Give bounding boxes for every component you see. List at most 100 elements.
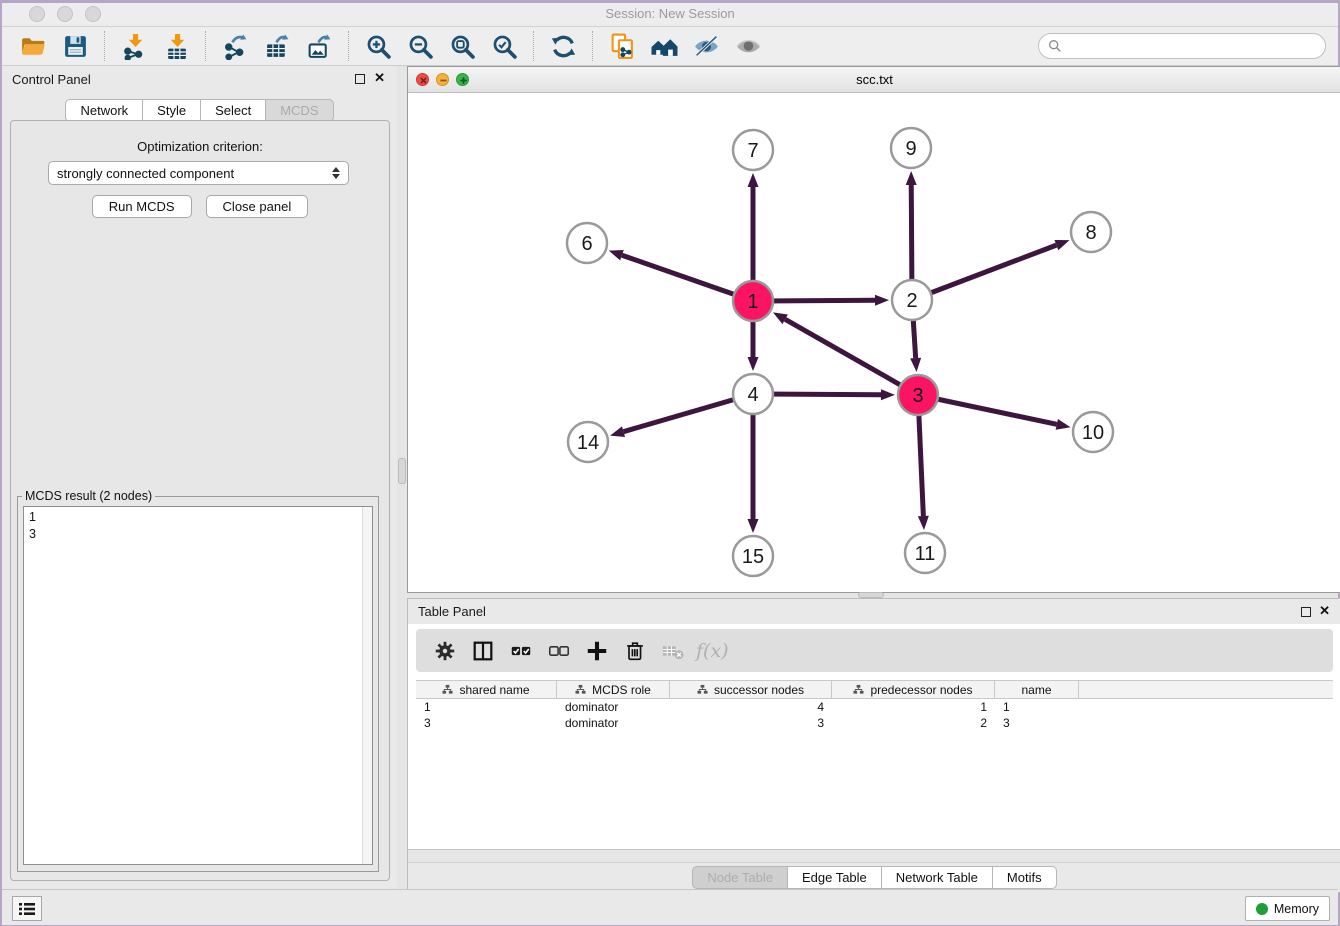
- toolbar-separator: [592, 31, 593, 61]
- graph-edge-3-1[interactable]: [785, 319, 918, 395]
- tab-style[interactable]: Style: [143, 99, 201, 122]
- show-columns-button[interactable]: [468, 636, 498, 666]
- graph-node-2[interactable]: 2: [892, 280, 932, 320]
- result-scrollbar[interactable]: [362, 507, 372, 864]
- graph-node-15[interactable]: 15: [733, 536, 773, 576]
- float-table-panel-icon[interactable]: [1301, 607, 1311, 617]
- export-network-button[interactable]: [219, 30, 251, 62]
- graph-node-1[interactable]: 1: [733, 281, 773, 321]
- zoom-in-button[interactable]: [362, 30, 394, 62]
- deselect-all-button[interactable]: [544, 636, 574, 666]
- float-panel-icon[interactable]: [355, 74, 365, 84]
- hide-selected-button[interactable]: [690, 30, 722, 62]
- table-panel: Table Panel ✕: [407, 598, 1340, 893]
- edge-arrowhead: [875, 295, 889, 306]
- mcds-result-box[interactable]: 1 3: [23, 506, 373, 865]
- vertical-splitter-handle[interactable]: [398, 458, 406, 484]
- tab-node-table[interactable]: Node Table: [692, 866, 788, 889]
- table-row[interactable]: 3dominator323: [416, 715, 1333, 731]
- function-builder-icon[interactable]: f(x): [696, 640, 729, 662]
- graph-edge-3-10[interactable]: [918, 395, 1057, 424]
- delete-button[interactable]: [620, 636, 650, 666]
- column-header-successor-nodes[interactable]: successor nodes: [670, 681, 832, 698]
- control-panel-tabs: NetworkStyleSelectMCDS: [2, 99, 397, 122]
- export-table-button[interactable]: [261, 30, 293, 62]
- delete-icon: [623, 639, 647, 663]
- edge-arrowhead: [918, 516, 929, 530]
- add-button[interactable]: [582, 636, 612, 666]
- network-window-title: scc.txt: [408, 72, 1340, 87]
- tab-edge-table[interactable]: Edge Table: [788, 866, 882, 889]
- titlebar: Session: New Session: [2, 3, 1338, 27]
- edge-arrowhead: [881, 389, 895, 400]
- table-body: 1dominator4113dominator323: [416, 699, 1333, 731]
- save-session-button[interactable]: [59, 30, 91, 62]
- table-hscrollbar[interactable]: [408, 849, 1340, 863]
- export-table-icon: [264, 33, 291, 60]
- first-neighbors-button[interactable]: [648, 30, 680, 62]
- column-header-predecessor-nodes[interactable]: predecessor nodes: [832, 681, 995, 698]
- show-all-button[interactable]: [732, 30, 764, 62]
- tab-motifs[interactable]: Motifs: [993, 866, 1057, 889]
- table-panel-title: Table Panel: [418, 604, 486, 619]
- table-cell: 1: [832, 699, 995, 715]
- graph-node-7[interactable]: 7: [733, 130, 773, 170]
- table-cell: 1: [995, 699, 1079, 715]
- import-network-button[interactable]: [118, 30, 150, 62]
- mcds-result-title: MCDS result (2 nodes): [22, 489, 155, 503]
- graph-node-9[interactable]: 9: [891, 128, 931, 168]
- export-image-button[interactable]: [303, 30, 335, 62]
- task-history-button[interactable]: [12, 896, 42, 921]
- svg-text:15: 15: [742, 546, 764, 568]
- tab-mcds[interactable]: MCDS: [266, 99, 333, 122]
- graph-node-6[interactable]: 6: [567, 223, 607, 263]
- column-header-name[interactable]: name: [995, 681, 1079, 698]
- svg-text:1: 1: [747, 291, 758, 313]
- svg-text:2: 2: [906, 290, 917, 312]
- tab-network[interactable]: Network: [65, 99, 143, 122]
- close-table-panel-icon[interactable]: ✕: [1319, 603, 1330, 619]
- network-canvas[interactable]: 7 9 6 8 1 2 4 3 14 10 15 11: [408, 93, 1340, 592]
- table-row[interactable]: 1dominator411: [416, 699, 1333, 715]
- graph-node-4[interactable]: 4: [733, 374, 773, 414]
- zoom-fit-button[interactable]: [446, 30, 478, 62]
- mcds-tab-content: Optimization criterion: strongly connect…: [10, 120, 390, 881]
- graph-node-8[interactable]: 8: [1071, 212, 1111, 252]
- open-session-button[interactable]: [17, 30, 49, 62]
- table-options-button[interactable]: [430, 636, 460, 666]
- toolbar-separator: [205, 31, 206, 61]
- tab-select[interactable]: Select: [201, 99, 266, 122]
- import-table-button[interactable]: [160, 30, 192, 62]
- search-input[interactable]: [1067, 39, 1316, 54]
- graph-edge-2-8[interactable]: [912, 245, 1056, 300]
- memory-button[interactable]: Memory: [1245, 896, 1330, 921]
- column-type-icon: [697, 684, 708, 695]
- table-options-icon: [433, 639, 457, 663]
- zoom-out-button[interactable]: [404, 30, 436, 62]
- graph-node-10[interactable]: 10: [1073, 412, 1113, 452]
- apply-layout-button[interactable]: [547, 30, 579, 62]
- close-panel-button[interactable]: Close panel: [206, 195, 309, 218]
- graph-node-3[interactable]: 3: [898, 375, 938, 415]
- select-all-button[interactable]: [506, 636, 536, 666]
- optimization-criterion-select[interactable]: strongly connected component: [48, 161, 349, 185]
- run-mcds-button[interactable]: Run MCDS: [92, 195, 192, 218]
- table-cell: 3: [416, 715, 557, 731]
- statusbar: Memory: [2, 889, 1338, 925]
- tab-network-table[interactable]: Network Table: [882, 866, 993, 889]
- svg-text:6: 6: [581, 233, 592, 255]
- table-header-row: shared nameMCDS rolesuccessor nodesprede…: [416, 680, 1333, 699]
- network-view-window: scc.txt 7 9 6 8 1 2 4 3 14 10 15 11: [407, 66, 1340, 593]
- column-header-shared-name[interactable]: shared name: [416, 681, 557, 698]
- column-header-MCDS-role[interactable]: MCDS role: [557, 681, 670, 698]
- close-panel-icon[interactable]: ✕: [374, 70, 385, 86]
- first-neighbors-icon: [651, 33, 678, 60]
- graph-node-11[interactable]: 11: [905, 533, 945, 573]
- delete-column-button[interactable]: [658, 636, 688, 666]
- graph-node-14[interactable]: 14: [568, 422, 608, 462]
- zoom-selected-button[interactable]: [488, 30, 520, 62]
- network-from-selection-button[interactable]: [606, 30, 638, 62]
- memory-status-icon: [1256, 903, 1268, 915]
- show-columns-icon: [471, 639, 495, 663]
- mcds-result-text: 1 3: [24, 507, 372, 545]
